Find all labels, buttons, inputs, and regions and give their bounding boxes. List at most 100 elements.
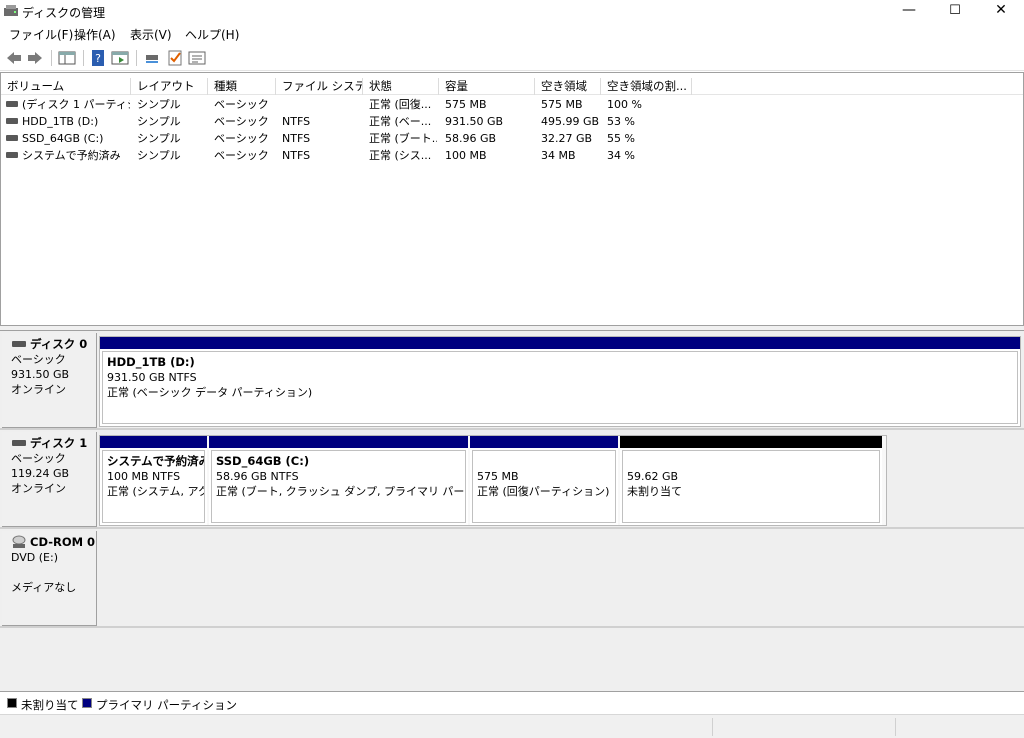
partition-system-reserved[interactable]: システムで予約済み 100 MB NTFS 正常 (システム, アク [100, 436, 207, 525]
cd-rom-icon [12, 535, 26, 548]
status-divider [712, 718, 713, 736]
properties-pane-icon[interactable] [111, 49, 129, 67]
primary-partition-bar [209, 436, 468, 448]
table-row[interactable]: (ディスク 1 パーティシ... シンプル ベーシック 正常 (回復... 57… [1, 96, 1023, 113]
cell-free-space: 32.27 GB [541, 132, 593, 145]
volume-list[interactable]: ボリューム レイアウト 種類 ファイル システム 状態 容量 空き領域 空き領域… [0, 72, 1024, 326]
menu-view[interactable]: 表示(V) [130, 26, 172, 43]
disk-status: メディアなし [11, 581, 77, 594]
partition-size: 575 MB [477, 470, 519, 483]
disk-label[interactable]: ディスク 1 ベーシック 119.24 GB オンライン [2, 432, 97, 527]
partition-unallocated[interactable]: 59.62 GB 未割り当て [620, 436, 882, 525]
toolbar-separator [51, 50, 52, 66]
minimize-button[interactable]: — [886, 0, 932, 23]
list-view-icon[interactable] [188, 49, 206, 67]
legend-item-unallocated: 未割り当て [7, 697, 79, 713]
toolbar: ? [0, 45, 1024, 71]
drive-icon [6, 118, 18, 124]
partition-name: SSD_64GB (C:) [216, 454, 310, 468]
partition-status: 正常 (ブート, クラッシュ ダンプ, プライマリ パーティション) [216, 485, 465, 498]
primary-partition-bar [100, 337, 1020, 349]
cell-layout: シンプル [137, 115, 181, 128]
drive-icon [6, 135, 18, 141]
menu-file[interactable]: ファイル(F) [9, 26, 73, 43]
partition-strip: HDD_1TB (D:) 931.50 GB NTFS 正常 (ベーシック デー… [99, 336, 1021, 427]
partition-body: 59.62 GB 未割り当て [622, 450, 880, 523]
disk-name-text: ディスク 1 [30, 436, 88, 450]
primary-partition-bar [470, 436, 618, 448]
column-header-free-percent[interactable]: 空き領域の割... [601, 78, 692, 95]
disk-management-app-icon [4, 5, 18, 16]
cell-type: ベーシック [214, 98, 269, 111]
column-header-capacity[interactable]: 容量 [439, 78, 535, 95]
toolbar-separator [136, 50, 137, 66]
partition-body: SSD_64GB (C:) 58.96 GB NTFS 正常 (ブート, クラッ… [211, 450, 466, 523]
column-header-free-space[interactable]: 空き領域 [535, 78, 601, 95]
partition-body: HDD_1TB (D:) 931.50 GB NTFS 正常 (ベーシック デー… [102, 351, 1018, 424]
disk-type: ベーシック [11, 452, 66, 465]
disk-row: ディスク 0 ベーシック 931.50 GB オンライン HDD_1TB (D:… [0, 331, 1024, 429]
partition-strip: システムで予約済み 100 MB NTFS 正常 (システム, アク SSD_6… [99, 435, 887, 526]
partition-recovery[interactable]: 575 MB 正常 (回復パーティション) [470, 436, 618, 525]
disk-name-text: ディスク 0 [30, 337, 88, 351]
checklist-icon[interactable] [166, 49, 184, 67]
close-icon: ✕ [995, 2, 1007, 18]
partition-size: 931.50 GB NTFS [107, 371, 197, 384]
cell-capacity: 575 MB [445, 98, 487, 111]
disk-label[interactable]: ディスク 0 ベーシック 931.50 GB オンライン [2, 333, 97, 428]
cell-layout: シンプル [137, 98, 181, 111]
column-header-volume[interactable]: ボリューム [1, 78, 131, 95]
disk-row: CD-ROM 0 DVD (E:) メディアなし [0, 529, 1024, 627]
disk-graphical-view: ディスク 0 ベーシック 931.50 GB オンライン HDD_1TB (D:… [0, 331, 1024, 691]
legend-label: 未割り当て [21, 698, 79, 712]
maximize-button[interactable]: ☐ [932, 0, 978, 23]
cell-capacity: 931.50 GB [445, 115, 504, 128]
minimize-icon: — [902, 2, 916, 18]
title-bar: ディスクの管理 — ☐ ✕ [0, 0, 1024, 23]
drive-icon [6, 152, 18, 158]
back-arrow-icon[interactable] [5, 49, 23, 67]
cell-free-space: 575 MB [541, 98, 583, 111]
column-header-layout[interactable]: レイアウト [131, 78, 208, 95]
cell-capacity: 100 MB [445, 149, 487, 162]
partition-status: 正常 (システム, アク [107, 485, 205, 498]
cell-status: 正常 (シス... [369, 149, 432, 162]
column-header-status[interactable]: 状態 [363, 78, 439, 95]
legend-item-primary: プライマリ パーティション [82, 697, 237, 713]
disk-name: CD-ROM 0 [11, 535, 96, 550]
cell-layout: シンプル [137, 149, 181, 162]
cell-layout: シンプル [137, 132, 181, 145]
show-hide-pane-icon[interactable] [58, 49, 76, 67]
cell-type: ベーシック [214, 132, 269, 145]
unallocated-bar [620, 436, 882, 448]
table-row[interactable]: HDD_1TB (D:) シンプル ベーシック NTFS 正常 (ベー... 9… [1, 113, 1023, 130]
table-row[interactable]: SSD_64GB (C:) シンプル ベーシック NTFS 正常 (ブート...… [1, 130, 1023, 147]
column-header-filesystem[interactable]: ファイル システム [276, 78, 363, 95]
partition-name: HDD_1TB (D:) [107, 355, 195, 369]
partition-size: 58.96 GB NTFS [216, 470, 299, 483]
forward-arrow-icon[interactable] [26, 49, 44, 67]
cell-free-space: 34 MB [541, 149, 576, 162]
primary-partition-bar [100, 436, 207, 448]
partition-body: 575 MB 正常 (回復パーティション) [472, 450, 616, 523]
disk-name: ディスク 1 [11, 436, 96, 451]
help-icon[interactable]: ? [89, 49, 107, 67]
close-button[interactable]: ✕ [978, 0, 1024, 23]
partition-hdd-d[interactable]: HDD_1TB (D:) 931.50 GB NTFS 正常 (ベーシック デー… [100, 337, 1020, 426]
drive-icon [6, 101, 18, 107]
partition-status: 正常 (ベーシック データ パーティション) [107, 386, 313, 399]
partition-status: 未割り当て [627, 485, 682, 498]
column-header-type[interactable]: 種類 [208, 78, 276, 95]
cell-status: 正常 (回復... [369, 98, 432, 111]
window-title: ディスクの管理 [22, 6, 106, 20]
partition-ssd-c[interactable]: SSD_64GB (C:) 58.96 GB NTFS 正常 (ブート, クラッ… [209, 436, 468, 525]
cell-capacity: 58.96 GB [445, 132, 497, 145]
legend-swatch [7, 698, 17, 708]
menu-help[interactable]: ヘルプ(H) [185, 26, 239, 43]
menu-action[interactable]: 操作(A) [74, 26, 116, 43]
cell-filesystem: NTFS [282, 115, 311, 128]
table-row[interactable]: システムで予約済み シンプル ベーシック NTFS 正常 (シス... 100 … [1, 147, 1023, 164]
disk-label[interactable]: CD-ROM 0 DVD (E:) メディアなし [2, 531, 97, 626]
disk-name: ディスク 0 [11, 337, 96, 352]
connect-icon[interactable] [143, 49, 161, 67]
